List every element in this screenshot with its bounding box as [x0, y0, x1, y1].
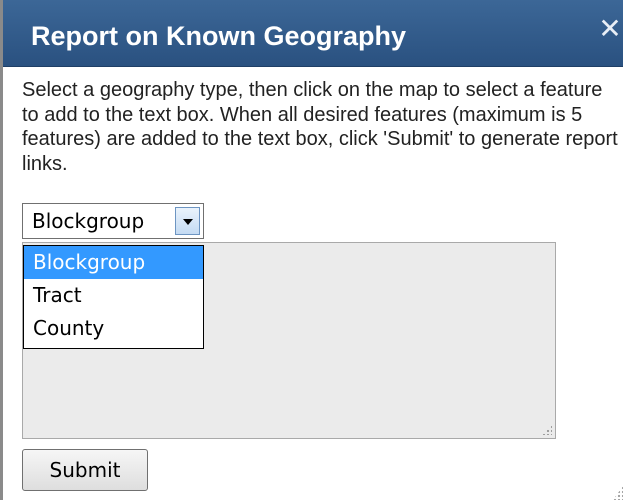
submit-button[interactable]: Submit [22, 449, 148, 491]
dropdown-option-county[interactable]: County [24, 312, 203, 345]
instructions-text: Select a geography type, then click on t… [22, 79, 618, 175]
dropdown-option-blockgroup[interactable]: Blockgroup [24, 246, 203, 279]
dialog-titlebar[interactable]: Report on Known Geography ✕ [3, 0, 623, 67]
geography-type-value: Blockgroup [32, 209, 145, 233]
resize-grip-icon[interactable] [542, 425, 552, 435]
chevron-down-icon[interactable] [175, 207, 200, 235]
close-icon[interactable]: ✕ [597, 14, 623, 44]
dropdown-option-tract[interactable]: Tract [24, 279, 203, 312]
dialog-title: Report on Known Geography [31, 21, 406, 51]
report-dialog: Report on Known Geography ✕ Select a geo… [0, 0, 623, 500]
geography-type-select[interactable]: Blockgroup [22, 203, 204, 239]
geography-dropdown-list: Blockgroup Tract County [23, 245, 204, 349]
dialog-resize-grip-icon[interactable] [613, 486, 623, 500]
